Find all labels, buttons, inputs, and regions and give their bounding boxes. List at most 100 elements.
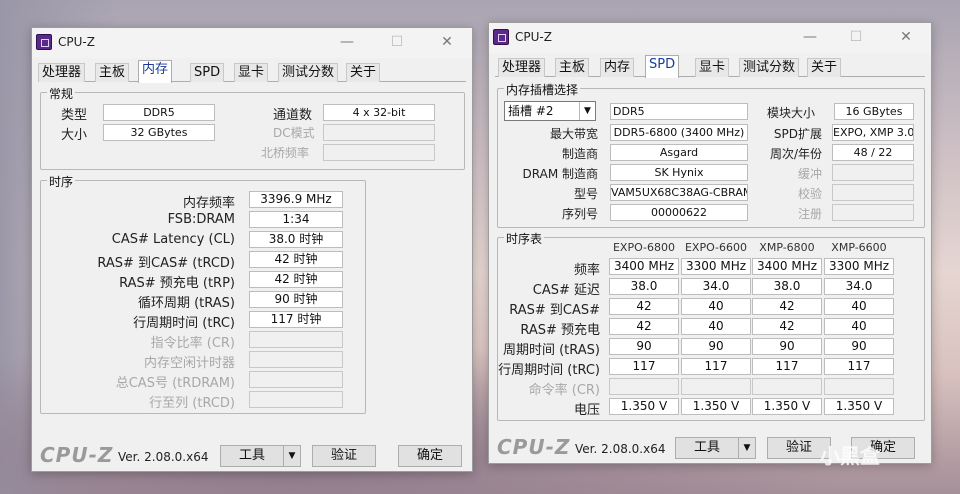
- validate-button[interactable]: 验证: [312, 445, 376, 467]
- tab-mainboard[interactable]: 主板: [555, 58, 590, 77]
- dram-mfr-label: DRAM 制造商: [522, 167, 598, 181]
- watermark: 小黑盒: [820, 444, 880, 468]
- timing-value: [249, 391, 343, 408]
- cpuz-app-icon: [36, 34, 52, 50]
- timing-value: 38.0 时钟: [249, 231, 343, 248]
- tab-about[interactable]: 关于: [807, 58, 842, 77]
- tab-graphics[interactable]: 显卡: [695, 58, 730, 77]
- close-icon[interactable]: ✕: [432, 31, 462, 53]
- chevron-down-icon: ▼: [579, 102, 595, 120]
- tab-cpu[interactable]: 处理器: [498, 58, 546, 77]
- buffered-value: [832, 164, 914, 181]
- ok-button[interactable]: 确定: [398, 445, 462, 467]
- spd-timing-cell: 1.350 V: [752, 398, 822, 415]
- version-label: Ver. 2.08.0.x64: [575, 442, 666, 456]
- tab-bench[interactable]: 测试分数: [739, 58, 800, 77]
- spd-timing-cell: 34.0: [824, 278, 894, 295]
- version-label: Ver. 2.08.0.x64: [118, 450, 209, 464]
- title-bar[interactable]: CPU-Z — ☐ ✕: [32, 28, 472, 58]
- spd-timing-cell: 1.350 V: [681, 398, 751, 415]
- spd-timing-cell: 38.0: [752, 278, 822, 295]
- title-bar[interactable]: CPU-Z — ☐ ✕: [489, 23, 931, 53]
- spd-timing-cell: 40: [681, 298, 751, 315]
- close-icon[interactable]: ✕: [891, 26, 921, 48]
- spd-timing-cell: 1.350 V: [824, 398, 894, 415]
- spd-timing-cell: [752, 378, 822, 395]
- tools-button[interactable]: 工具: [675, 437, 739, 459]
- timing-label: FSB:DRAM: [167, 212, 235, 227]
- profile-column-header: EXPO-6800: [612, 241, 676, 254]
- spd-timing-cell: 42: [609, 298, 679, 315]
- spd-timing-cell: 117: [609, 358, 679, 375]
- spd-timing-cell: [681, 378, 751, 395]
- tools-dropdown-icon[interactable]: ▼: [738, 437, 756, 459]
- slot-select[interactable]: 插槽 #2 ▼: [504, 101, 596, 121]
- slot-select-value: 插槽 #2: [508, 104, 554, 118]
- registered-value: [832, 204, 914, 221]
- timing-label: RAS# 到CAS# (tRCD): [97, 256, 235, 271]
- dc-mode-label: DC模式: [273, 126, 315, 140]
- tab-memory[interactable]: 内存: [600, 58, 635, 77]
- timing-value: 42 时钟: [249, 271, 343, 288]
- timings-title: 时序: [47, 173, 76, 190]
- spd-timing-label: 电压: [573, 403, 600, 418]
- spd-timing-label: 周期时间 (tRAS): [502, 343, 600, 358]
- spd-timing-cell: 90: [609, 338, 679, 355]
- timing-value: 42 时钟: [249, 251, 343, 268]
- tools-dropdown-icon[interactable]: ▼: [283, 445, 301, 467]
- minimize-icon[interactable]: —: [332, 31, 362, 53]
- spd-timing-cell: 42: [752, 298, 822, 315]
- cpuz-brand-logo: CPU-Z: [40, 443, 114, 467]
- timing-table-title: 时序表: [504, 230, 545, 247]
- week-year-value: 48 / 22: [832, 144, 914, 161]
- part-number-value: VAM5UX68C38AG-CBRAM: [610, 184, 748, 201]
- serial-value: 00000622: [610, 204, 748, 221]
- registered-label: 注册: [797, 207, 822, 221]
- tab-memory[interactable]: 内存: [138, 60, 173, 83]
- timing-value: [249, 331, 343, 348]
- channels-value: 4 x 32-bit: [323, 104, 435, 121]
- spd-timing-label: RAS# 预充电: [520, 323, 600, 338]
- tab-about[interactable]: 关于: [346, 63, 381, 82]
- minimize-icon[interactable]: —: [795, 26, 825, 48]
- spd-timing-label: RAS# 到CAS#: [509, 303, 600, 318]
- tab-mainboard[interactable]: 主板: [95, 63, 130, 82]
- profile-column-header: XMP-6800: [759, 241, 815, 254]
- tab-spd[interactable]: SPD: [645, 55, 680, 78]
- spd-ext-label: SPD扩展: [773, 127, 822, 141]
- window-title: CPU-Z: [515, 30, 552, 44]
- timing-label: 总CAS号 (tRDRAM): [115, 376, 235, 391]
- tab-cpu[interactable]: 处理器: [38, 63, 86, 82]
- window-title: CPU-Z: [58, 35, 95, 49]
- tab-bar: 处理器 主板 内存 SPD 显卡 测试分数 关于: [38, 60, 466, 83]
- spd-timing-cell: 117: [681, 358, 751, 375]
- spd-timing-cell: 40: [824, 298, 894, 315]
- timing-label: 行周期时间 (tRC): [133, 316, 235, 331]
- type-label: 类型: [61, 108, 88, 123]
- buffered-label: 缓冲: [797, 167, 822, 181]
- spd-timing-cell: 40: [824, 318, 894, 335]
- spd-timing-label: 频率: [573, 263, 600, 278]
- size-label: 大小: [61, 128, 88, 143]
- spd-timing-label: CAS# 延迟: [532, 283, 600, 298]
- cpuz-brand-logo: CPU-Z: [497, 435, 571, 459]
- tab-bench[interactable]: 测试分数: [278, 63, 339, 82]
- spd-timing-cell: 90: [681, 338, 751, 355]
- tab-spd[interactable]: SPD: [190, 63, 225, 82]
- tab-graphics[interactable]: 显卡: [234, 63, 269, 82]
- spd-timing-cell: 42: [609, 318, 679, 335]
- profile-column-header: EXPO-6600: [684, 241, 748, 254]
- spd-timing-cell: 1.350 V: [609, 398, 679, 415]
- part-number-label: 型号: [573, 187, 598, 201]
- spd-timing-cell: [824, 378, 894, 395]
- timing-value: 1:34: [249, 211, 343, 228]
- spd-timing-cell: 3300 MHz: [824, 258, 894, 275]
- cpuz-app-icon: [493, 29, 509, 45]
- spd-timing-cell: 3400 MHz: [609, 258, 679, 275]
- profile-column-header: XMP-6600: [831, 241, 887, 254]
- dram-mfr-value: SK Hynix: [610, 164, 748, 181]
- module-size-label: 模块大小: [767, 106, 816, 120]
- correction-value: [832, 184, 914, 201]
- tab-bar: 处理器 主板 内存 SPD 显卡 测试分数 关于: [495, 55, 925, 78]
- tools-button[interactable]: 工具: [220, 445, 284, 467]
